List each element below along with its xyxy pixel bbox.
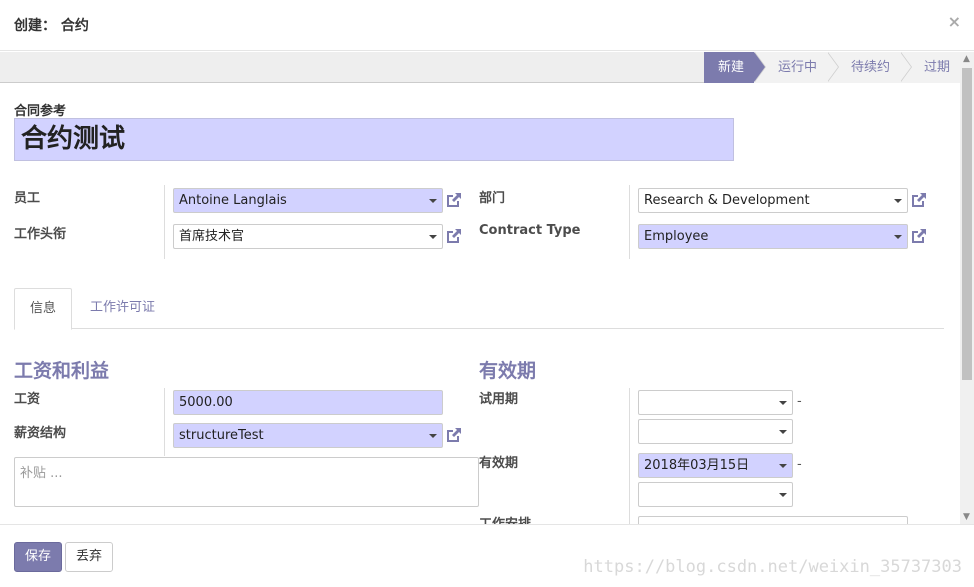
chevron-down-icon[interactable] [779, 401, 787, 405]
vertical-scrollbar[interactable]: ▲ ▼ [960, 52, 974, 524]
watermark: https://blog.csdn.net/weixin_35737303 [583, 557, 962, 577]
chevron-down-icon[interactable] [779, 464, 787, 468]
range-separator: - [797, 394, 802, 409]
trial-start-date[interactable] [638, 390, 793, 415]
stage-pipeline: 新建 运行中 待续约 过期 [703, 52, 960, 83]
employee-value: Antoine Langlais [179, 193, 287, 208]
range-separator: - [797, 457, 802, 472]
contract-type-select[interactable]: Employee [638, 224, 908, 249]
job-title-value: 首席技术官 [179, 229, 245, 244]
divider [164, 185, 165, 259]
tab-work-permit[interactable]: 工作许可证 [75, 288, 170, 329]
trial-period-label: 试用期 [479, 392, 519, 407]
job-title-select[interactable]: 首席技术官 [173, 224, 443, 249]
external-link-icon[interactable] [445, 191, 463, 209]
divider [629, 388, 630, 524]
scroll-down-icon[interactable]: ▼ [963, 512, 970, 522]
external-link-icon[interactable] [910, 227, 928, 245]
duration-label: 有效期 [479, 456, 519, 471]
trial-end-date[interactable] [638, 419, 793, 444]
salary-section-title: 工资和利益 [14, 360, 110, 382]
stage-new[interactable]: 新建 [703, 52, 766, 83]
duration-section-title: 有效期 [479, 360, 537, 382]
chevron-down-icon[interactable] [779, 493, 787, 497]
dialog-title: 创建： 合约 [14, 18, 89, 34]
chevron-down-icon[interactable] [429, 199, 437, 203]
chevron-down-icon[interactable] [429, 235, 437, 239]
working-schedule-label: 工作安排 [479, 513, 531, 524]
wage-label: 工资 [14, 392, 41, 407]
duration-start-date[interactable]: 2018年03月15日 [638, 453, 793, 478]
external-link-icon[interactable] [445, 426, 463, 444]
contract-ref-input[interactable]: 合约测试 [14, 118, 734, 161]
close-icon[interactable]: × [948, 12, 961, 31]
chevron-down-icon[interactable] [429, 434, 437, 438]
external-link-icon[interactable] [445, 227, 463, 245]
scroll-up-icon[interactable]: ▲ [963, 54, 970, 64]
salary-structure-select[interactable]: structureTest [173, 423, 443, 448]
divider [629, 185, 630, 259]
employee-label: 员工 [14, 191, 41, 206]
duration-start-value: 2018年03月15日 [644, 458, 750, 473]
chevron-down-icon[interactable] [894, 199, 902, 203]
status-bar: 新建 运行中 待续约 过期 [0, 52, 960, 83]
chevron-down-icon[interactable] [779, 430, 787, 434]
external-link-icon[interactable] [910, 191, 928, 209]
contract-type-label: Contract Type [479, 223, 581, 238]
dialog-footer: 保存 丢弃 https://blog.csdn.net/weixin_35737… [0, 524, 974, 587]
contract-dialog: 创建： 合约 × 新建 运行中 待续约 过期 ▲ ▼ 合同参考 合约测试 员工 … [0, 0, 974, 587]
tab-info[interactable]: 信息 [14, 288, 73, 330]
contract-ref-label: 合同参考 [14, 104, 67, 119]
discard-button[interactable]: 丢弃 [65, 542, 114, 572]
notebook-tabs: 信息 工作许可证 [14, 288, 944, 330]
department-select[interactable]: Research & Development [638, 188, 908, 213]
scroll-thumb[interactable] [962, 68, 972, 380]
salary-structure-label: 薪资结构 [14, 426, 67, 441]
contract-type-value: Employee [644, 229, 709, 244]
advantages-textarea[interactable]: 补贴 ... [14, 457, 479, 507]
job-title-label: 工作头衔 [14, 227, 67, 242]
department-value: Research & Development [644, 193, 810, 208]
save-button[interactable]: 保存 [14, 542, 63, 572]
department-label: 部门 [479, 191, 506, 206]
salary-structure-value: structureTest [179, 428, 264, 443]
duration-end-date[interactable] [638, 482, 793, 507]
working-schedule-select[interactable] [638, 516, 908, 524]
dialog-header: 创建： 合约 × [0, 0, 974, 51]
employee-select[interactable]: Antoine Langlais [173, 188, 443, 213]
divider [164, 388, 165, 456]
chevron-down-icon[interactable] [894, 235, 902, 239]
wage-input[interactable]: 5000.00 [173, 390, 443, 415]
form-sheet: 合同参考 合约测试 员工 工作头衔 Antoine Langlais 首席技术官… [0, 84, 960, 524]
